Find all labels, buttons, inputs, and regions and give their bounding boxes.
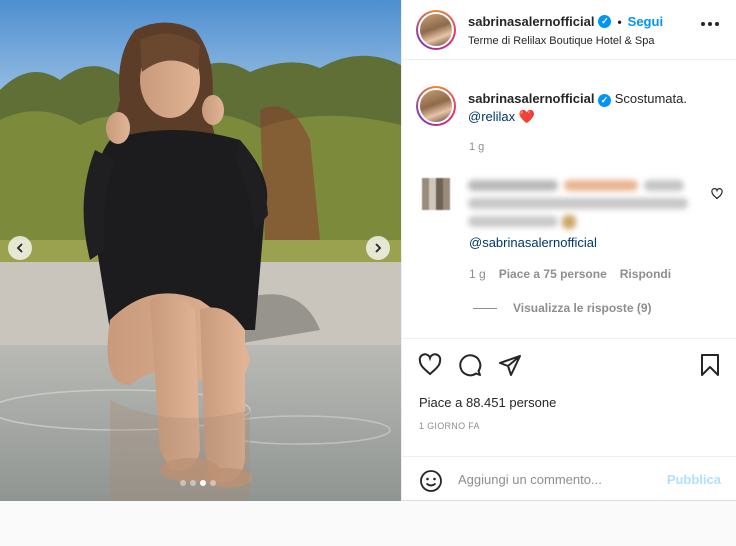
comment-composer: Pubblica — [402, 456, 736, 502]
comment-icon[interactable] — [458, 353, 482, 377]
share-icon[interactable] — [498, 353, 522, 377]
view-replies-label: Visualizza le risposte (9) — [513, 301, 652, 315]
publish-button[interactable]: Pubblica — [667, 472, 721, 487]
post-date[interactable]: 1 GIORNO FA — [419, 421, 480, 431]
more-options-icon[interactable] — [701, 22, 719, 26]
comment-mention[interactable]: @sabrinasalernofficial — [469, 235, 597, 250]
follow-button[interactable]: Segui — [628, 14, 663, 29]
post-sidebar: sabrinasalernofficial ✓ • Segui Terme di… — [401, 0, 736, 501]
action-bar: Piace a 88.451 persone 1 GIORNO FA Pubbl… — [402, 338, 736, 498]
carousel-dot — [180, 480, 186, 486]
emoji-icon[interactable] — [419, 469, 443, 498]
comment-time[interactable]: 1 g — [469, 267, 486, 281]
carousel-dot — [210, 480, 216, 486]
username[interactable]: sabrinasalernofficial — [468, 14, 594, 29]
reply-button[interactable]: Rispondi — [620, 267, 671, 281]
replies-divider — [473, 307, 497, 309]
verified-badge-icon: ✓ — [598, 93, 612, 107]
likes-count[interactable]: Piace a 88.451 persone — [419, 395, 556, 410]
heart-emoji-icon: ❤️ — [518, 109, 535, 124]
comment-input[interactable] — [458, 469, 658, 489]
chevron-right-icon — [375, 243, 382, 253]
likes-label: Piace a 88.451 persone — [419, 395, 557, 410]
heart-icon[interactable] — [418, 353, 442, 377]
verified-badge-icon: ✓ — [598, 15, 612, 28]
view-replies-button[interactable]: Visualizza le risposte (9) — [473, 301, 652, 315]
carousel-dot — [190, 480, 196, 486]
chevron-left-icon — [16, 243, 23, 253]
caption-mention[interactable]: @relilax — [468, 109, 515, 124]
bookmark-icon[interactable] — [699, 353, 721, 377]
heart-icon[interactable] — [711, 187, 723, 205]
location-link[interactable]: Terme di Relilax Boutique Hotel & Spa — [468, 35, 654, 47]
comment-meta: 1 g Piace a 75 persone Rispondi — [469, 267, 671, 281]
comment-likes[interactable]: Piace a 75 persone — [499, 267, 607, 281]
instagram-post: sabrinasalernofficial ✓ • Segui Terme di… — [0, 0, 736, 501]
carousel-dot — [200, 480, 206, 486]
carousel-next-button[interactable] — [366, 236, 390, 260]
caption-text: sabrinasalernofficial ✓ Scostumata. @rel… — [468, 90, 723, 126]
header-user-line: sabrinasalernofficial ✓ • Segui — [468, 14, 663, 29]
action-icons — [418, 353, 522, 377]
post-photo[interactable] — [0, 0, 401, 501]
caption-timestamp[interactable]: 1 g — [469, 141, 484, 153]
commenter-avatar-blurred[interactable] — [422, 178, 450, 210]
separator-dot: • — [617, 14, 622, 29]
carousel-prev-button[interactable] — [8, 236, 32, 260]
comment-text-blurred — [468, 178, 688, 229]
post-header: sabrinasalernofficial ✓ • Segui Terme di… — [402, 0, 736, 60]
photo-illustration — [0, 0, 401, 501]
caption-body: Scostumata. — [614, 91, 687, 106]
caption-username[interactable]: sabrinasalernofficial — [468, 91, 594, 106]
carousel-indicator — [180, 480, 216, 486]
avatar[interactable] — [416, 86, 456, 126]
avatar[interactable] — [416, 10, 456, 50]
